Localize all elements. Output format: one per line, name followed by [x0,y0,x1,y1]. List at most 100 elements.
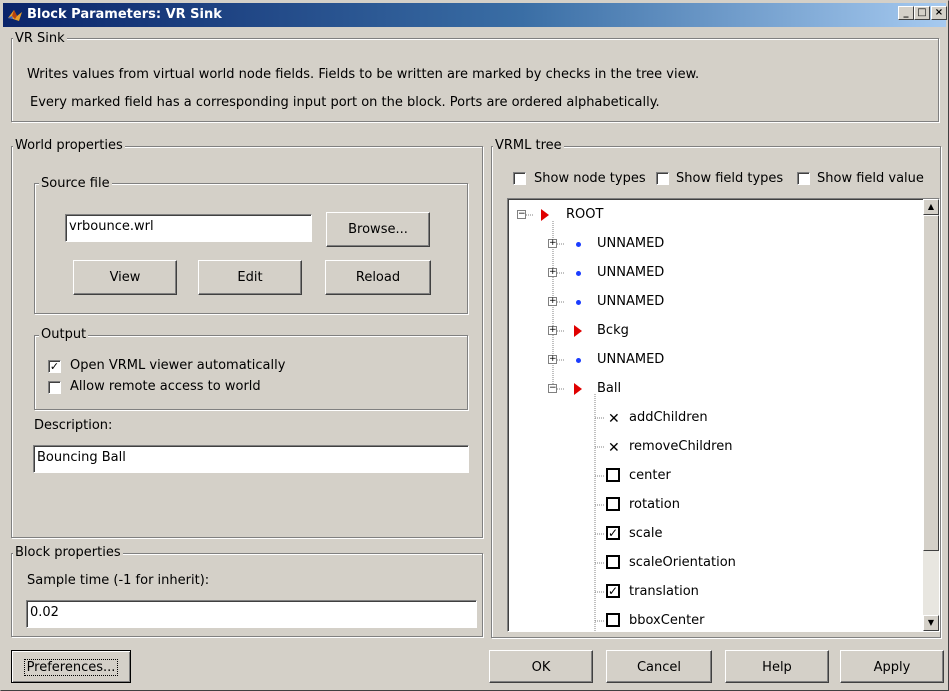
show-field-value-label: Show field value [817,171,924,186]
output-label: Output [39,327,89,342]
expand-icon[interactable]: + [548,268,557,277]
reload-button[interactable]: Reload [325,260,431,295]
check-icon: ✓ [608,584,619,598]
source-file-input[interactable]: vrbounce.wrl [65,214,312,242]
title-bar[interactable]: Block Parameters: VR Sink _ □ × [3,3,947,27]
tree-row-root[interactable]: − ROOT [508,205,908,225]
tree-row-field[interactable]: rotation [508,495,908,515]
matlab-logo-icon [7,7,23,23]
x-icon: ✕ [608,440,620,456]
node-arrow-icon [541,209,549,221]
browse-button[interactable]: Browse... [326,212,430,247]
tree-row-field[interactable]: ✓ translation [508,582,908,602]
tree-label-field: translation [629,584,699,599]
preferences-label: Preferences... [23,659,119,676]
expand-icon[interactable]: + [548,297,557,306]
tree-row-node[interactable]: + UNNAMED [508,263,908,283]
vr-sink-group-label: VR Sink [13,31,67,46]
tree-row-node[interactable]: + Bckg [508,321,908,341]
help-button[interactable]: Help [725,650,829,683]
close-button[interactable]: × [931,6,947,20]
tree-row-node[interactable]: + UNNAMED [508,292,908,312]
tree-row-field[interactable]: center [508,466,908,486]
description-input[interactable]: Bouncing Ball [33,445,469,473]
expand-icon[interactable]: + [548,326,557,335]
tree-row-field[interactable]: scaleOrientation [508,553,908,573]
world-properties-label: World properties [13,138,125,153]
vrml-tree-label: VRML tree [493,138,564,153]
dialog-window: Block Parameters: VR Sink _ □ × VR Sink … [0,0,949,691]
vrml-tree-view[interactable]: − ROOT + UNNAMED + UNNAMED + UNNAMED + B… [507,198,940,632]
tree-label-field: center [629,468,671,483]
check-icon: ✓ [608,526,619,540]
description-label: Description: [34,418,113,433]
tree-row-field[interactable]: ✓ scale [508,524,908,544]
tree-label-node: UNNAMED [597,294,665,309]
scroll-up-button[interactable]: ▲ [923,199,939,215]
tree-row-node[interactable]: + UNNAMED [508,234,908,254]
tree-label-field: bboxCenter [629,613,705,628]
node-dot-icon [576,242,581,247]
field-checkbox[interactable] [606,613,620,627]
description-line-2: Every marked field has a corresponding i… [30,95,660,110]
node-arrow-icon [574,325,582,337]
tree-label-node: UNNAMED [597,265,665,280]
preferences-button[interactable]: Preferences... [11,650,131,683]
open-viewer-checkbox[interactable]: ✓ [48,360,61,373]
expand-icon[interactable]: + [548,239,557,248]
tree-vertical-scrollbar[interactable]: ▲ ▼ [923,199,939,631]
block-properties-label: Block properties [13,545,123,560]
cancel-button[interactable]: Cancel [606,650,712,683]
x-icon: ✕ [608,411,620,427]
tree-row-field[interactable]: ✕ addChildren [508,408,908,428]
remote-access-label: Allow remote access to world [70,379,261,394]
tree-label-field: scaleOrientation [629,555,736,570]
tree-label-node: UNNAMED [597,236,665,251]
tree-label-field: addChildren [629,410,708,425]
edit-button[interactable]: Edit [198,260,302,295]
tree-label-root: ROOT [566,207,604,222]
expand-icon[interactable]: + [548,355,557,364]
collapse-icon[interactable]: − [517,210,526,219]
scroll-down-button[interactable]: ▼ [923,615,939,631]
field-checkbox[interactable]: ✓ [606,526,620,540]
sample-time-label: Sample time (-1 for inherit): [27,573,210,588]
tree-label-node: Ball [597,381,622,396]
apply-button[interactable]: Apply [840,650,944,683]
node-arrow-icon [574,383,582,395]
show-field-value-checkbox[interactable] [797,172,810,185]
tree-row-node[interactable]: − Ball [508,379,908,399]
sample-time-input[interactable]: 0.02 [26,600,477,628]
tree-row-field[interactable]: ✕ removeChildren [508,437,908,457]
node-dot-icon [576,358,581,363]
tree-row-node[interactable]: + UNNAMED [508,350,908,370]
maximize-button[interactable]: □ [914,6,930,20]
collapse-icon[interactable]: − [548,384,557,393]
field-checkbox[interactable] [606,497,620,511]
view-button[interactable]: View [73,260,177,295]
description-line-1: Writes values from virtual world node fi… [27,67,700,82]
tree-label-field: scale [629,526,663,541]
show-field-types-checkbox[interactable] [656,172,669,185]
window-title: Block Parameters: VR Sink [27,7,222,22]
field-checkbox[interactable]: ✓ [606,584,620,598]
scroll-thumb[interactable] [923,215,939,551]
tree-label-node: Bckg [597,323,629,338]
node-dot-icon [576,300,581,305]
tree-row-field[interactable]: bboxCenter [508,611,908,631]
remote-access-checkbox[interactable] [48,381,61,394]
tree-label-node: UNNAMED [597,352,665,367]
minimize-button[interactable]: _ [898,6,914,20]
tree-label-field: rotation [629,497,680,512]
source-file-label: Source file [39,176,112,191]
node-dot-icon [576,271,581,276]
show-node-types-label: Show node types [534,171,646,186]
field-checkbox[interactable] [606,555,620,569]
show-node-types-checkbox[interactable] [513,172,526,185]
check-icon: ✓ [49,360,60,373]
ok-button[interactable]: OK [489,650,593,683]
field-checkbox[interactable] [606,468,620,482]
open-viewer-label: Open VRML viewer automatically [70,358,286,373]
show-field-types-label: Show field types [676,171,784,186]
tree-label-field: removeChildren [629,439,733,454]
